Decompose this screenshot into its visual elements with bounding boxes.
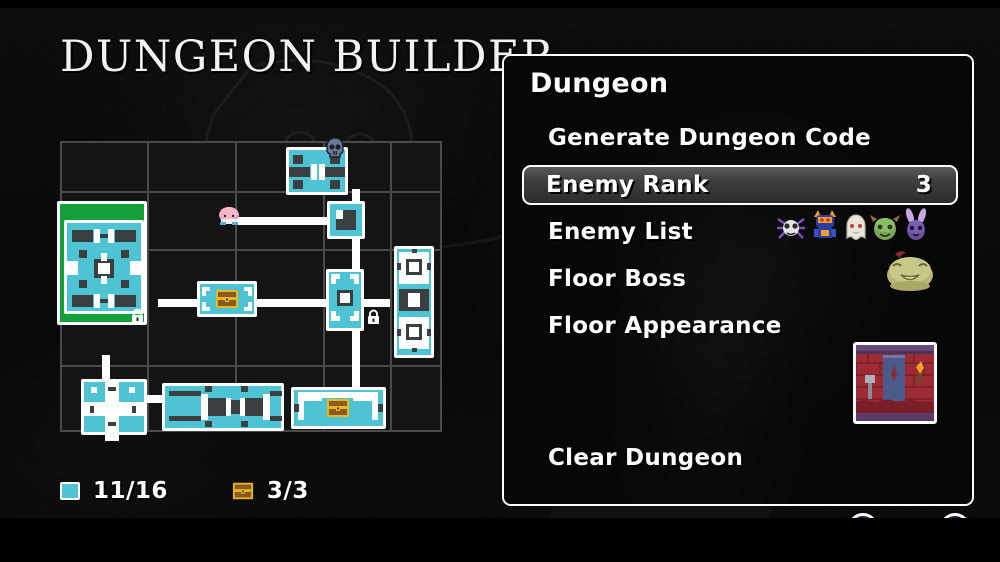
lock-icon — [368, 309, 379, 324]
page-title: DUNGEON BUILDER — [60, 32, 555, 82]
green-beast-enemy-sprite — [870, 215, 900, 240]
game-screen: DUNGEON BUILDER 11/16 3/3 Dungeon Genera… — [0, 0, 1000, 562]
menu-item-generate-dungeon-code[interactable]: Generate Dungeon Code — [522, 118, 958, 158]
room-wide-bottom-center[interactable] — [162, 383, 284, 431]
room-tall-right[interactable] — [394, 246, 434, 358]
room-small-upper-right[interactable] — [327, 201, 365, 239]
slime-boss-sprite — [887, 251, 933, 291]
room-count-value: 11/16 — [93, 478, 168, 504]
menu-item-label: Enemy List — [548, 219, 693, 245]
room-selected-highlight[interactable] — [57, 201, 147, 325]
floor-appearance-preview[interactable] — [853, 342, 937, 424]
menu-item-floor-appearance[interactable]: Floor Appearance — [522, 306, 958, 346]
game-viewport: DUNGEON BUILDER 11/16 3/3 Dungeon Genera… — [0, 8, 1000, 518]
room-quad-bottom-left[interactable] — [81, 379, 147, 441]
chest-count-stat: 3/3 — [232, 478, 309, 504]
dungeon-map[interactable] — [57, 137, 442, 441]
lock-icon — [132, 308, 143, 323]
menu-item-label: Generate Dungeon Code — [548, 125, 872, 151]
panel-title: Dungeon — [530, 68, 669, 99]
enemy-list-preview — [775, 208, 931, 242]
chest-count-value: 3/3 — [266, 478, 309, 504]
corridor-segment — [158, 299, 200, 307]
treasure-chest-icon — [327, 399, 349, 417]
hero-sprite — [219, 207, 239, 225]
skull-icon — [326, 137, 344, 158]
red-brick-room-preview — [856, 345, 934, 421]
menu-item-label: Floor Boss — [548, 266, 687, 292]
room-hub-center[interactable] — [326, 269, 364, 331]
room-treasure-bottom-right[interactable] — [291, 387, 386, 429]
map-status-bar: 11/16 3/3 — [60, 478, 309, 504]
menu-item-enemy-rank[interactable]: Enemy Rank 3 — [522, 165, 958, 205]
bat-enemy-sprite — [905, 208, 927, 240]
treasure-chest-icon — [232, 482, 254, 500]
armored-knight-enemy-sprite — [814, 210, 836, 238]
menu-item-label: Enemy Rank — [546, 172, 709, 198]
enemy-rank-value: 3 — [915, 172, 932, 198]
corridor-segment — [352, 331, 360, 393]
treasure-chest-icon — [216, 290, 238, 308]
spider-enemy-sprite — [777, 218, 805, 239]
ghost-enemy-sprite — [846, 214, 866, 241]
room-count-stat: 11/16 — [60, 478, 168, 504]
room-interior — [64, 220, 144, 314]
menu-item-clear-dungeon[interactable]: Clear Dungeon — [522, 438, 958, 478]
room-treasure-center[interactable] — [197, 281, 257, 317]
menu-item-label: Clear Dungeon — [548, 445, 744, 471]
menu-item-label: Floor Appearance — [548, 313, 782, 339]
room-square-icon — [60, 482, 80, 500]
